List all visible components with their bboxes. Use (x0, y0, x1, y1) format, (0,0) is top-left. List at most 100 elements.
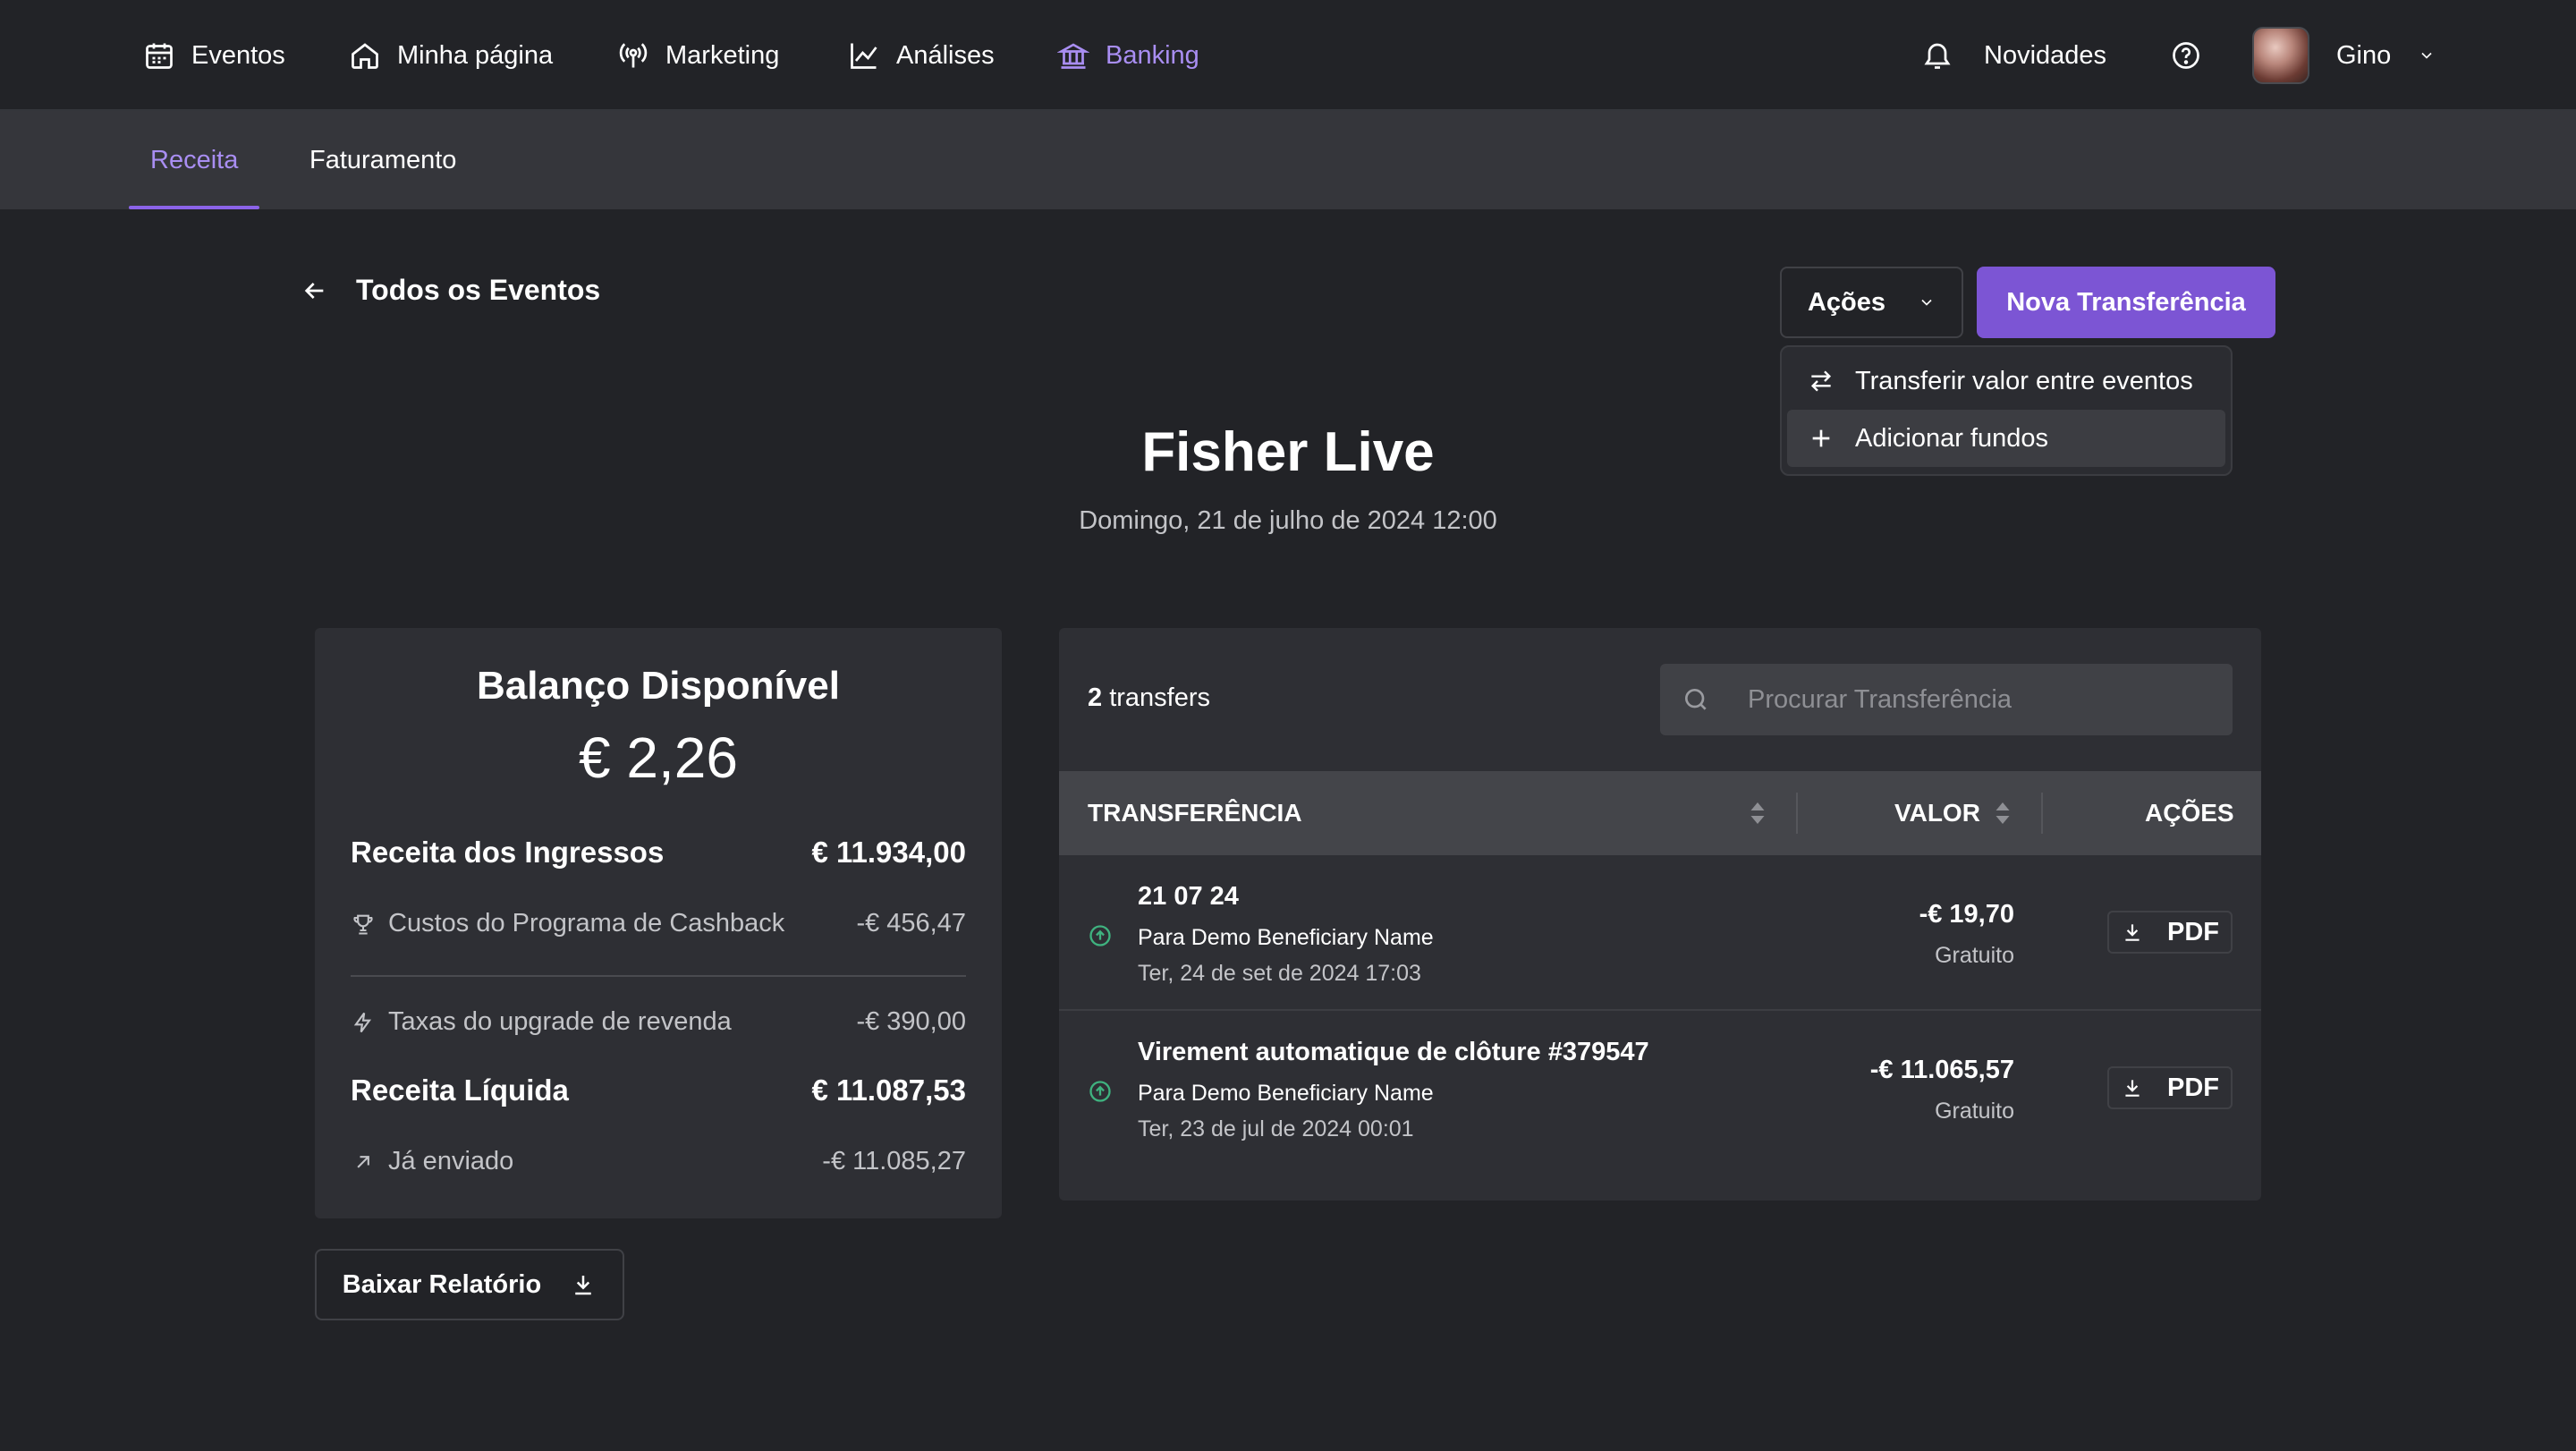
bank-icon (1057, 43, 1089, 69)
column-header-transfer: TRANSFERÊNCIA (1088, 771, 1302, 855)
transfers-card: 2 transfers TRANSFERÊNCIA VALOR AÇÕES 21… (1059, 628, 2261, 1201)
user-name: Gino (2336, 40, 2392, 70)
download-pdf-button[interactable]: PDF (2107, 1066, 2233, 1109)
arrow-left-icon (304, 282, 324, 299)
nav-item-label: Eventos (191, 40, 285, 70)
transfer-beneficiary: Para Demo Beneficiary Name (1138, 925, 1434, 950)
chevron-down-icon (2421, 52, 2432, 59)
news-label: Novidades (1984, 40, 2107, 70)
tab-label: Receita (150, 145, 239, 174)
search-box (1660, 664, 2233, 735)
balance-title: Balanço Disponível (477, 664, 840, 708)
download-icon (2125, 924, 2140, 941)
pdf-label: PDF (2167, 917, 2219, 946)
nav-item-minha-pagina[interactable]: Minha página (349, 0, 553, 111)
nav-item-eventos[interactable]: Eventos (143, 0, 285, 111)
column-separator (2041, 793, 2043, 834)
transfer-fee-note: Gratuito (1935, 943, 2014, 968)
help-button[interactable] (2170, 0, 2202, 111)
help-circle-icon (2173, 42, 2199, 69)
download-icon (575, 1276, 591, 1295)
transfer-count: 2 transfers (1088, 683, 1210, 713)
cashback-label: Custos do Programa de Cashback (388, 909, 785, 938)
arrow-up-circle-icon (1089, 1081, 1111, 1102)
menu-item-transfer-between-events[interactable]: Transferir valor entre eventos (1787, 352, 2225, 410)
cashback-row: Custos do Programa de Cashback -€ 456,47 (351, 909, 966, 938)
tab-label: Faturamento (309, 145, 457, 174)
download-report-label: Baixar Relatório (342, 1269, 542, 1299)
transfer-beneficiary: Para Demo Beneficiary Name (1138, 1081, 1434, 1106)
plus-icon (1812, 429, 1830, 447)
nav-item-label: Minha página (397, 40, 554, 70)
column-label: VALOR (1894, 799, 1980, 827)
already-sent-row: Já enviado -€ 11.085,27 (351, 1147, 966, 1176)
nav-item-label: Marketing (665, 40, 780, 70)
transfer-title: 21 07 24 (1138, 882, 1239, 911)
balance-amount: € 2,26 (579, 726, 738, 790)
table-header: TRANSFERÊNCIA VALOR AÇÕES (1059, 771, 2261, 855)
pdf-label: PDF (2167, 1073, 2219, 1102)
table-row: 21 07 24 Para Demo Beneficiary Name Ter,… (1059, 855, 2261, 1011)
new-transfer-button[interactable]: Nova Transferência (1977, 267, 2275, 338)
resale-fee-value: -€ 390,00 (856, 1007, 966, 1036)
sort-transfer-button[interactable] (1748, 771, 1767, 855)
already-sent-value: -€ 11.085,27 (822, 1147, 966, 1175)
ticket-revenue-value: € 11.934,00 (811, 836, 966, 869)
event-title: Fisher Live (1141, 421, 1435, 483)
already-sent-label: Já enviado (388, 1147, 514, 1175)
tab-faturamento[interactable]: Faturamento (309, 111, 456, 209)
menu-item-label: Adicionar fundos (1855, 423, 2049, 453)
download-pdf-button[interactable]: PDF (2107, 911, 2233, 954)
column-separator (1796, 793, 1798, 834)
ticket-revenue-label: Receita dos Ingressos (351, 836, 665, 869)
search-icon (1685, 689, 1707, 710)
chevron-down-icon (1921, 299, 1932, 306)
transfer-fee-note: Gratuito (1935, 1099, 2014, 1124)
ticket-revenue-row: Receita dos Ingressos € 11.934,00 (351, 836, 966, 870)
transfer-value: -€ 11.065,57 (1869, 1056, 2014, 1084)
sort-icon (1996, 802, 2010, 824)
trophy-icon (353, 914, 373, 935)
net-revenue-label: Receita Líquida (351, 1073, 569, 1107)
nav-item-label: Análises (896, 40, 995, 70)
calendar-icon (146, 43, 173, 69)
event-date: Domingo, 21 de julho de 2024 12:00 (1079, 506, 1497, 535)
top-navigation: Eventos Minha página Marketing Análises … (0, 0, 2576, 111)
column-header-value: VALOR (1894, 771, 1980, 855)
back-to-events-link[interactable]: Todos os Eventos (301, 274, 600, 307)
net-revenue-value: € 11.087,53 (811, 1073, 966, 1107)
download-report-button[interactable]: Baixar Relatório (315, 1249, 624, 1320)
chart-line-icon (851, 43, 877, 69)
actions-dropdown-button[interactable]: Ações (1780, 267, 1963, 338)
avatar (2252, 27, 2309, 84)
table-row: Virement automatique de clôture #379547 … (1059, 1013, 2261, 1168)
news-link[interactable]: Novidades (1921, 0, 2106, 111)
transfer-value: -€ 19,70 (1919, 900, 2014, 929)
sub-navigation: Receita Faturamento (0, 111, 2576, 209)
cashback-value: -€ 456,47 (856, 909, 966, 938)
home-icon (352, 43, 378, 69)
actions-menu: Transferir valor entre eventos Adicionar… (1780, 345, 2233, 476)
nav-item-label: Banking (1106, 40, 1199, 70)
nav-item-analises[interactable]: Análises (848, 0, 995, 111)
nav-item-marketing[interactable]: Marketing (617, 0, 779, 111)
arrow-up-right-icon (357, 1155, 369, 1168)
nav-item-banking[interactable]: Banking (1057, 0, 1199, 111)
sort-icon (1750, 802, 1765, 824)
transfer-count-number: 2 (1088, 683, 1103, 712)
lightning-icon (353, 1012, 372, 1032)
new-transfer-label: Nova Transferência (2006, 287, 2246, 317)
search-input[interactable] (1748, 684, 2213, 715)
tab-receita[interactable]: Receita (128, 111, 260, 209)
transfer-title: Virement automatique de clôture #379547 (1138, 1038, 1649, 1066)
user-menu[interactable]: Gino (2252, 0, 2436, 111)
column-header-actions: AÇÕES (2145, 771, 2234, 855)
column-label: AÇÕES (2145, 799, 2234, 827)
arrows-swap-icon (1810, 370, 1832, 392)
back-label: Todos os Eventos (356, 274, 601, 306)
download-icon (2125, 1080, 2140, 1097)
transfer-date: Ter, 23 de jul de 2024 00:01 (1138, 1116, 1414, 1141)
menu-item-add-funds[interactable]: Adicionar fundos (1787, 410, 2225, 467)
bell-icon (1924, 43, 1951, 69)
sort-value-button[interactable] (1993, 771, 2012, 855)
